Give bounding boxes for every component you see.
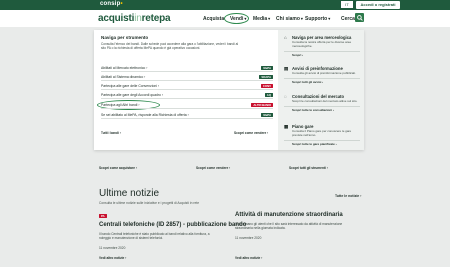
chat-icon: ◌ [284, 94, 287, 99]
nav-vendi[interactable]: Vendi▾ [230, 16, 246, 22]
menu-row-badge: MePA [261, 112, 273, 117]
news-item-description: Il bando Centrali telefoniche è stato pu… [99, 232, 210, 240]
menu-row-badge: ALTRI BANDI [251, 102, 273, 107]
nav-supporto[interactable]: Supporto▾ [305, 16, 330, 22]
menu-row-mepa[interactable]: Abilitati al Mercato elettronico › MePA [101, 64, 273, 72]
menu-row-label: Abilitati al Mercato elettronico › [101, 66, 148, 70]
menu-row-badge: CONV [260, 83, 273, 88]
band-link-strumenti[interactable]: Scopri tutti gli strumenti › [289, 166, 328, 170]
menu-row-badge: SDAPA [259, 74, 273, 79]
vendi-mega-menu: Naviga per strumento Consulta l'elenco d… [94, 30, 364, 150]
chevron-down-icon: ▾ [328, 16, 331, 21]
menu-row-badge: MePA [261, 65, 273, 70]
come-vendere-link[interactable]: Scopri come vendere › [234, 131, 268, 135]
calendar-icon: ▦ [284, 124, 289, 129]
band-link-vendere[interactable]: Scopri come vendere › [196, 166, 230, 170]
nav-chi-siamo[interactable]: Chi siamo▾ [276, 16, 303, 22]
news-section-subtitle: Consulta le ultime notizie sulle iniziat… [99, 201, 200, 205]
menu-row-label: Se sei abilitato al MePA, risponde alla … [101, 113, 189, 117]
news-badge: PA [99, 214, 107, 218]
site-logo[interactable]: acquistiinretepa [98, 13, 171, 24]
nav-media[interactable]: Media▾ [253, 16, 270, 22]
top-bar: consip• IT Accedi o registrati [0, 0, 450, 10]
band-link-acquistare[interactable]: Scopri come acquistare › [99, 166, 137, 170]
menu-row-label: Abilitati al Sistema dinamico › [101, 75, 146, 79]
menu-row-convenzioni[interactable]: Partecipa alle gare delle Convenzioni › … [101, 82, 273, 90]
menu-right-panel: ⌂ Naviga per area merceologica Consulta l… [278, 30, 364, 150]
news-item-date: 11 novembre 2020 [99, 246, 126, 250]
section-avvisi: ▤ Avvisi di preinformazione Consulta gli … [284, 66, 360, 84]
tag-icon: ⌂ [284, 35, 287, 40]
menu-row-rdo[interactable]: Se sei abilitato al MePA, risponde alla … [101, 111, 273, 119]
menu-row-label: Partecipa alle gare degli Accordi quadro… [101, 93, 164, 97]
scopri-consultazioni-link[interactable]: Scopri tutte le consultazioni › [284, 105, 360, 112]
paper-icon: ▤ [284, 66, 289, 71]
news-item-date: 11 novembre 2020 [235, 236, 262, 240]
section-piano-gare: ▦ Piano gare Consulta il Piano gare per c… [284, 124, 360, 146]
menu-left-description: Consulta l'elenco dei bandi. Dalle sched… [101, 42, 239, 50]
chevron-down-icon: ▾ [268, 16, 271, 21]
news-item-link[interactable]: Vedi altro notizie › [235, 256, 262, 260]
menu-row-accordi[interactable]: Partecipa alle gare degli Accordi quadro… [101, 91, 273, 99]
chevron-down-icon: ▾ [244, 16, 247, 21]
news-section-title: Ultime notizie [99, 188, 160, 199]
news-item-title[interactable]: Attività di manutenzione straordinaria [235, 212, 343, 218]
login-button[interactable]: Accedi o registrati [356, 1, 400, 9]
all-news-link[interactable]: Tutte le notizie › [335, 194, 361, 198]
menu-row-label: Partecipa alle gare delle Convenzioni › [101, 84, 160, 88]
search-label[interactable]: Cerca [341, 16, 355, 22]
search-icon [356, 14, 363, 21]
news-item-title[interactable]: Centrali telefoniche (ID 2857) - pubblic… [99, 222, 246, 228]
all-bandi-link[interactable]: Tutti i bandi › [101, 131, 121, 135]
scopri-area-link[interactable]: Scopri › [284, 50, 360, 57]
chevron-down-icon: ▾ [300, 16, 303, 21]
section-consultazioni: ◌ Consultazioni del mercato Scopri le con… [284, 94, 360, 112]
section-area-merceologica: ⌂ Naviga per area merceologica Consulta l… [284, 35, 360, 57]
menu-row-label: Partecipa agli Altri bandi › [101, 103, 140, 107]
menu-row-altri-bandi[interactable]: Partecipa agli Altri bandi › ALTRI BANDI [101, 101, 273, 109]
news-item-description: Si informano gli utenti che il sito sarà… [235, 222, 343, 230]
main-nav: acquistiinretepa Acquista Vendi▾ Media▾ … [0, 10, 450, 27]
consip-logo[interactable]: consip• [100, 1, 123, 7]
menu-left-panel: Naviga per strumento Consulta l'elenco d… [94, 30, 276, 150]
menu-row-badge: AQ [264, 92, 273, 97]
news-item-link[interactable]: Vedi altro notizie › [99, 256, 126, 260]
nav-acquista[interactable]: Acquista [203, 16, 224, 22]
menu-left-heading: Naviga per strumento [101, 35, 149, 40]
scopri-avvisi-link[interactable]: Scopri tutti gli avvisi › [284, 77, 360, 84]
language-selector[interactable]: IT [341, 1, 353, 8]
scopri-piano-gare-link[interactable]: Scopri tutte le gare pianificate › [284, 139, 360, 146]
menu-row-sdapa[interactable]: Abilitati al Sistema dinamico › SDAPA [101, 73, 273, 81]
search-button[interactable] [355, 13, 364, 22]
